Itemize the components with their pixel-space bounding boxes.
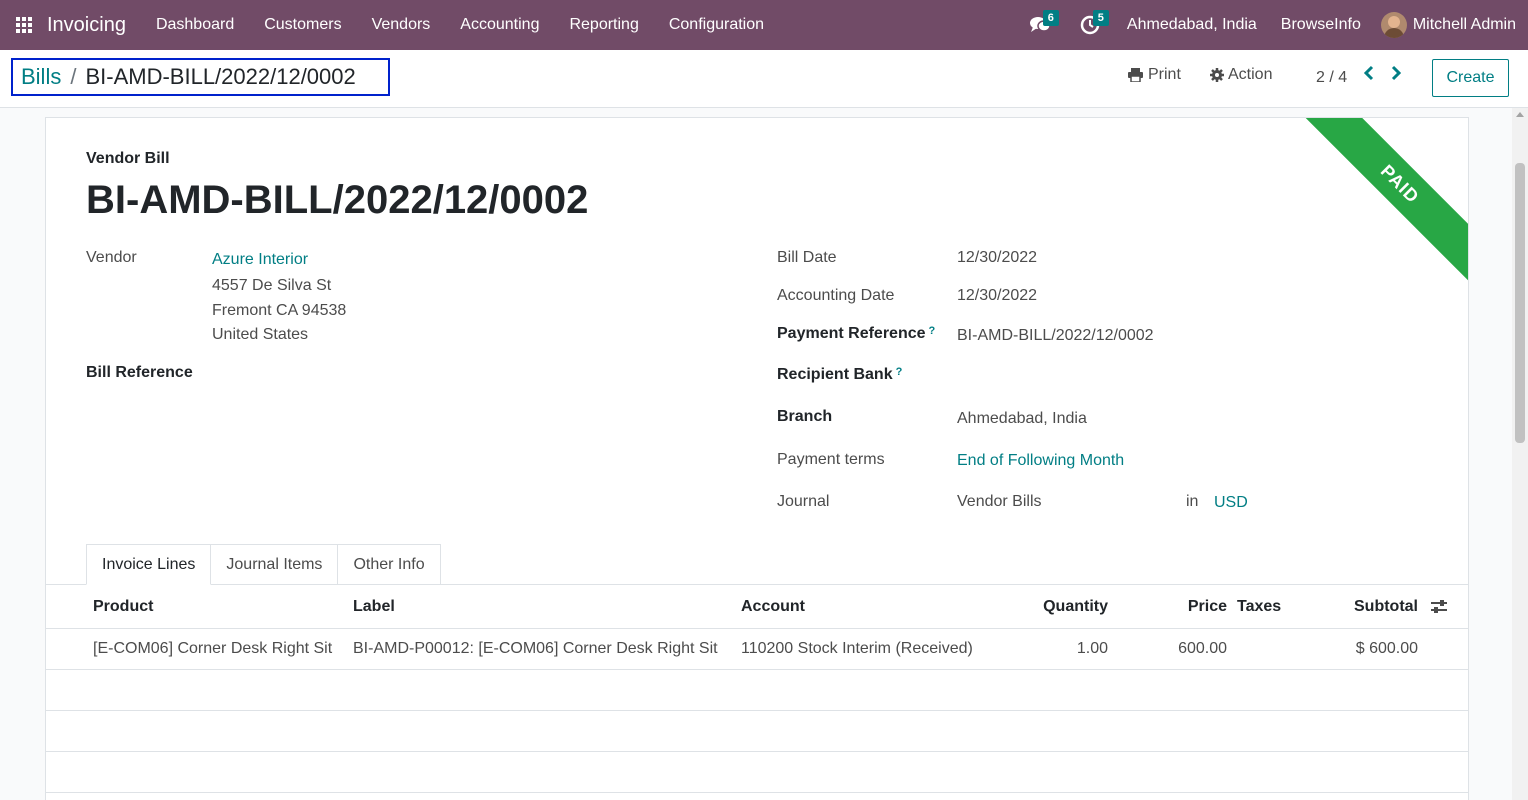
row-label: BI-AMD-P00012: [E-COM06] Corner Desk Rig… bbox=[353, 640, 718, 657]
empty-table-row bbox=[46, 752, 1468, 793]
row-price: 600.00 bbox=[1178, 640, 1227, 657]
branch-label: Branch bbox=[777, 408, 833, 425]
table-header: Product Label Account Quantity Price Tax… bbox=[46, 585, 1468, 629]
pager-previous-button[interactable] bbox=[1363, 64, 1374, 87]
journal-value[interactable]: Vendor Bills bbox=[957, 493, 1042, 511]
journal-label: Journal bbox=[777, 493, 830, 510]
column-label[interactable]: Label bbox=[353, 598, 395, 616]
row-subtotal: $ 600.00 bbox=[1355, 640, 1418, 657]
payment-reference-label: Payment Reference? bbox=[777, 325, 935, 343]
pager-next-button[interactable] bbox=[1391, 64, 1402, 87]
activities-button[interactable]: 5 bbox=[1065, 0, 1115, 50]
column-product[interactable]: Product bbox=[93, 598, 153, 616]
action-button[interactable]: Action bbox=[1210, 66, 1272, 84]
menu-accounting[interactable]: Accounting bbox=[445, 16, 554, 34]
table-row[interactable]: [E-COM06] Corner Desk Right Sit BI-AMD-P… bbox=[46, 629, 1468, 670]
tab-invoice-lines[interactable]: Invoice Lines bbox=[86, 544, 212, 585]
page-title: BI-AMD-BILL/2022/12/0002 bbox=[86, 178, 589, 222]
menu-dashboard[interactable]: Dashboard bbox=[141, 16, 249, 34]
menu-vendors[interactable]: Vendors bbox=[357, 16, 446, 34]
app-name[interactable]: Invoicing bbox=[47, 14, 126, 37]
menu-configuration[interactable]: Configuration bbox=[654, 16, 779, 34]
vendor-address-line-1: 4557 De Silva St bbox=[212, 277, 332, 294]
form-sheet: PAID Vendor Bill BI-AMD-BILL/2022/12/000… bbox=[45, 117, 1469, 800]
row-quantity: 1.00 bbox=[1076, 640, 1108, 657]
accounting-date-label: Accounting Date bbox=[777, 287, 895, 304]
bill-reference-label: Bill Reference bbox=[86, 364, 193, 381]
menu-reporting[interactable]: Reporting bbox=[554, 16, 653, 34]
user-menu[interactable]: Mitchell Admin bbox=[1373, 12, 1528, 38]
currency-link[interactable]: USD bbox=[1214, 494, 1248, 512]
payment-terms-link[interactable]: End of Following Month bbox=[957, 452, 1124, 470]
accounting-date-value[interactable]: 12/30/2022 bbox=[957, 287, 1037, 305]
avatar bbox=[1380, 12, 1407, 38]
bill-date-label: Bill Date bbox=[777, 249, 837, 266]
control-panel: Bills / BI-AMD-BILL/2022/12/0002 Print A… bbox=[0, 50, 1528, 108]
row-account: 110200 Stock Interim (Received) bbox=[741, 640, 973, 657]
payment-reference-value[interactable]: BI-AMD-BILL/2022/12/0002 bbox=[957, 327, 1154, 345]
recipient-bank-label-text: Recipient Bank bbox=[777, 366, 893, 383]
messages-button[interactable]: 6 bbox=[1015, 0, 1065, 50]
printer-icon bbox=[1128, 68, 1143, 82]
document-type: Vendor Bill bbox=[86, 150, 170, 167]
action-label: Action bbox=[1228, 66, 1273, 83]
branch-switcher[interactable]: Ahmedabad, India bbox=[1115, 16, 1269, 34]
vendor-link[interactable]: Azure Interior bbox=[212, 251, 308, 269]
status-ribbon: PAID bbox=[1293, 118, 1468, 291]
apps-menu-icon[interactable] bbox=[0, 0, 47, 50]
empty-table-row bbox=[46, 711, 1468, 752]
empty-table-row bbox=[46, 670, 1468, 711]
breadcrumb-current: BI-AMD-BILL/2022/12/0002 bbox=[85, 64, 356, 89]
breadcrumb-separator: / bbox=[70, 64, 77, 89]
tab-other-info[interactable]: Other Info bbox=[337, 544, 441, 585]
column-price[interactable]: Price bbox=[1147, 598, 1227, 616]
row-product: [E-COM06] Corner Desk Right Sit bbox=[93, 640, 333, 657]
breadcrumb-bills-link[interactable]: Bills bbox=[21, 64, 61, 90]
pager-value[interactable]: 2 / 4 bbox=[1316, 69, 1347, 87]
help-icon[interactable]: ? bbox=[896, 366, 903, 378]
print-label: Print bbox=[1148, 66, 1181, 83]
vendor-label: Vendor bbox=[86, 249, 137, 266]
gear-icon bbox=[1210, 68, 1224, 82]
branch-value[interactable]: Ahmedabad, India bbox=[957, 410, 1087, 428]
messages-count-badge: 6 bbox=[1042, 10, 1059, 26]
tab-journal-items[interactable]: Journal Items bbox=[210, 544, 339, 585]
notebook-tabs: Invoice Lines Journal Items Other Info bbox=[86, 544, 441, 585]
scrollbar-thumb[interactable] bbox=[1515, 163, 1525, 443]
activities-count-badge: 5 bbox=[1092, 10, 1109, 26]
optional-columns-icon[interactable] bbox=[1430, 599, 1448, 615]
payment-reference-label-text: Payment Reference bbox=[777, 325, 926, 342]
print-button[interactable]: Print bbox=[1128, 66, 1181, 84]
bill-date-value[interactable]: 12/30/2022 bbox=[957, 249, 1037, 267]
breadcrumb: Bills / BI-AMD-BILL/2022/12/0002 bbox=[11, 58, 390, 96]
column-subtotal[interactable]: Subtotal bbox=[1318, 598, 1418, 616]
journal-in-label: in bbox=[1186, 493, 1199, 510]
top-navbar: Invoicing Dashboard Customers Vendors Ac… bbox=[0, 0, 1528, 50]
scroll-up-arrow-icon[interactable] bbox=[1516, 112, 1524, 117]
payment-terms-label: Payment terms bbox=[777, 451, 885, 468]
menu-customers[interactable]: Customers bbox=[249, 16, 356, 34]
chevron-right-icon bbox=[1391, 65, 1402, 81]
page-scrollbar[interactable] bbox=[1512, 108, 1528, 800]
chevron-left-icon bbox=[1363, 65, 1374, 81]
column-account[interactable]: Account bbox=[741, 598, 805, 616]
user-name: Mitchell Admin bbox=[1412, 16, 1516, 33]
vendor-address-line-3: United States bbox=[212, 326, 309, 343]
column-quantity[interactable]: Quantity bbox=[1008, 598, 1108, 616]
create-button[interactable]: Create bbox=[1432, 59, 1509, 97]
column-taxes[interactable]: Taxes bbox=[1237, 598, 1281, 616]
recipient-bank-label: Recipient Bank? bbox=[777, 366, 902, 384]
help-icon[interactable]: ? bbox=[929, 325, 936, 337]
vendor-address-line-2: Fremont CA 94538 bbox=[212, 302, 347, 319]
company-switcher[interactable]: BrowseInfo bbox=[1269, 16, 1373, 34]
